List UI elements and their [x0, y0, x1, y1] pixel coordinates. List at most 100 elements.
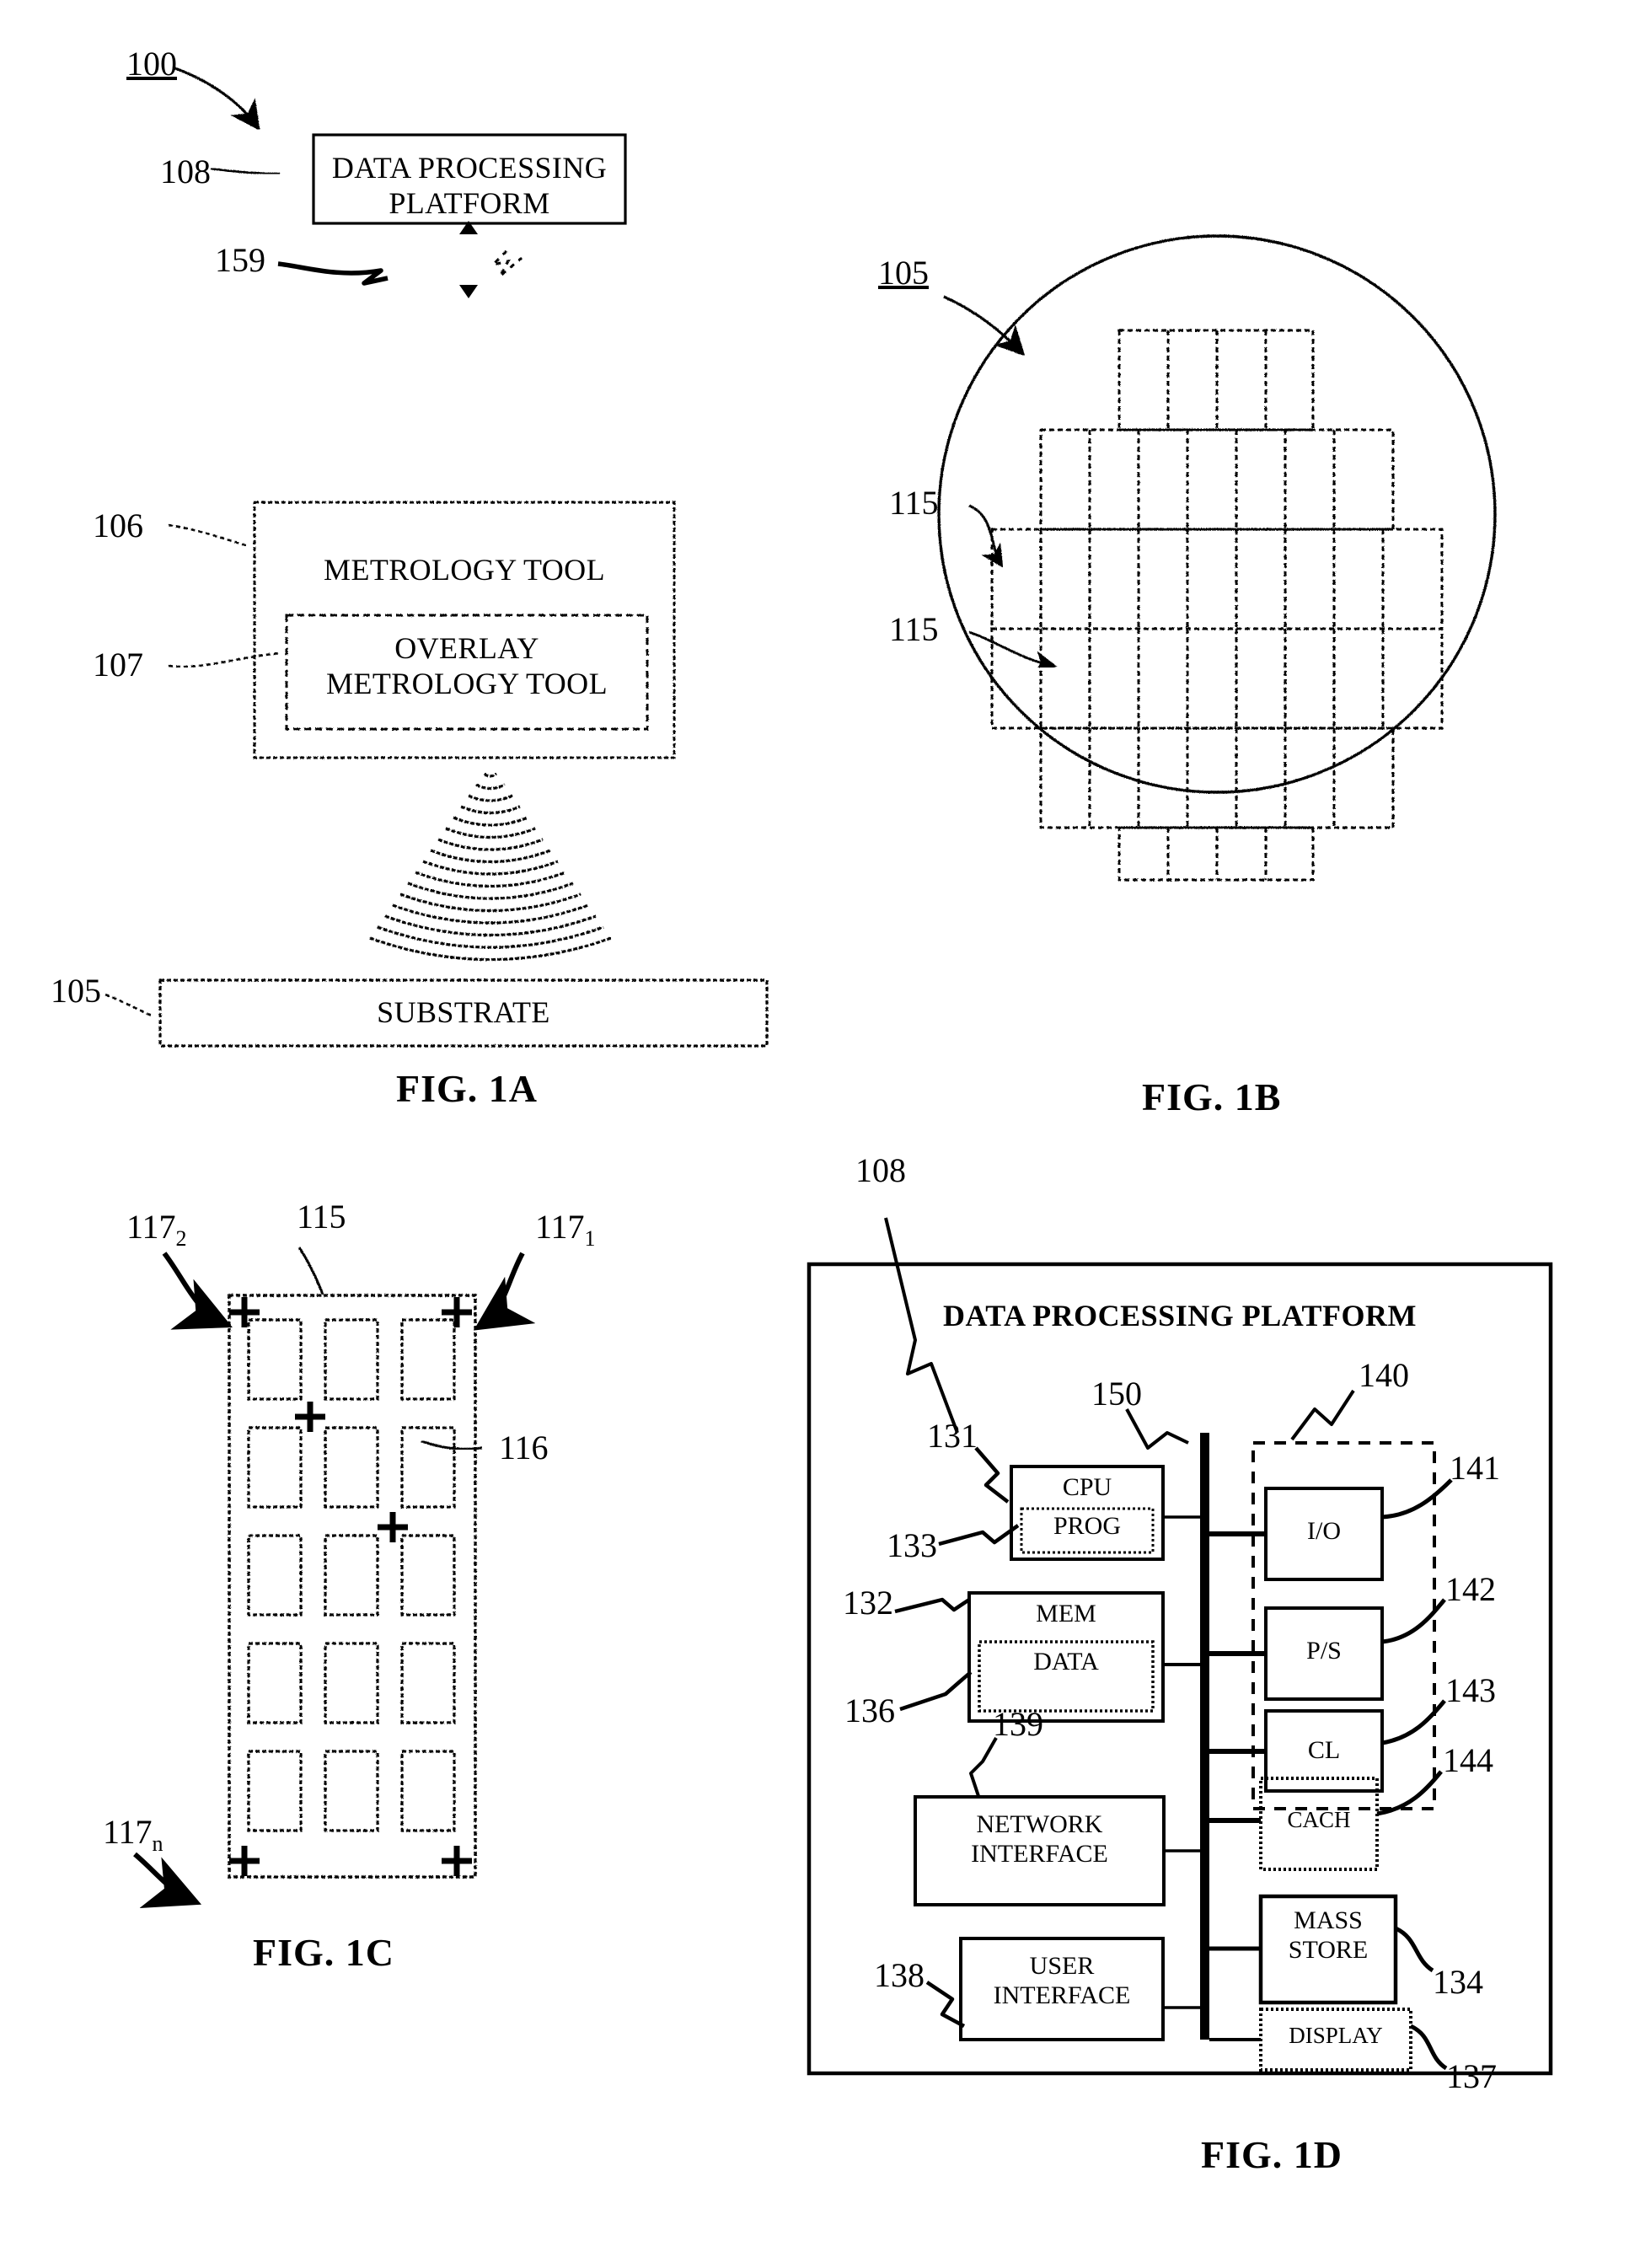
ref-139-label: 139 — [993, 1705, 1043, 1743]
substrate-label: SUBSTRATE — [377, 995, 550, 1029]
overlay-mark-117-2 — [229, 1297, 260, 1327]
mass-line2: STORE — [1288, 1935, 1369, 1964]
ref-140-label: 140 — [1359, 1356, 1409, 1394]
ref-140-leader — [1290, 1389, 1355, 1441]
ref-108-label: 108 — [160, 153, 211, 190]
ref-117-1-sub: 1 — [584, 1226, 596, 1251]
sheet-ref-100: 100 — [126, 45, 177, 83]
ref-116-label: 116 — [499, 1429, 549, 1466]
fig1b-group — [937, 234, 1497, 882]
patent-figure-sheet: 100 108 DATA PROCESSING PLATFORM 159 106… — [0, 0, 1640, 2268]
ref-108-leader — [210, 167, 281, 175]
fig-1a-caption: FIG. 1A — [396, 1067, 538, 1110]
ref-115c-label: 115 — [297, 1198, 346, 1236]
ref-115-lower-label: 115 — [889, 610, 939, 648]
ref-117-2-num: 117 — [126, 1208, 176, 1246]
ref-138-label: 138 — [874, 1956, 925, 1994]
ref-133-leader — [938, 1524, 1020, 1547]
overlay-mark-mid-2 — [378, 1512, 408, 1542]
fig-1c-caption: FIG. 1C — [253, 1931, 394, 1974]
sheet-ref-leader — [172, 66, 260, 131]
metrology-beam-cone — [369, 772, 612, 962]
overlay-mark-117-br — [442, 1846, 472, 1876]
fig1d-group — [807, 1217, 1553, 2076]
ref-137-leader — [1409, 2024, 1448, 2071]
ref-159-leader — [277, 261, 389, 286]
ref-106-label: 106 — [93, 507, 143, 544]
system-bus — [1200, 1433, 1209, 2040]
ref-116-leader — [421, 1440, 483, 1450]
ref-117-n-label: 117n — [103, 1812, 163, 1857]
ref-131-leader — [974, 1446, 1010, 1504]
overlay-mark-117-n — [229, 1846, 260, 1876]
ref-115-upper-label: 115 — [889, 484, 939, 522]
platform-frame — [807, 1262, 1553, 2076]
overlay-line2: METROLOGY TOOL — [326, 667, 608, 701]
mass-store-label: MASS STORE — [1261, 1906, 1396, 1965]
ref-139-leader — [969, 1737, 998, 1797]
ref-150-leader — [1125, 1408, 1189, 1450]
ref-141-label: 141 — [1450, 1449, 1500, 1487]
communication-link-159 — [277, 221, 523, 298]
ref-105a-label: 105 — [51, 972, 101, 1010]
overlay-marks — [229, 1297, 472, 1876]
ref-107-label: 107 — [93, 646, 143, 684]
data-label: DATA — [1033, 1648, 1099, 1676]
ref-106-leader — [168, 523, 249, 548]
ref-141-leader — [1381, 1478, 1453, 1520]
dpp-line2: PLATFORM — [389, 186, 550, 221]
dpp-line1: DATA PROCESSING — [331, 151, 608, 185]
display-label: DISPLAY — [1289, 2023, 1383, 2048]
ref-117-1-label: 1171 — [535, 1207, 596, 1252]
ref-136-label: 136 — [844, 1692, 895, 1729]
fig-1d-caption: FIG. 1D — [1201, 2133, 1343, 2176]
prog-label: PROG — [1053, 1512, 1122, 1540]
ref-132-label: 132 — [843, 1584, 893, 1622]
ref-138-leader — [925, 1981, 966, 2028]
ref-143-label: 143 — [1445, 1671, 1496, 1709]
fig1d-title: DATA PROCESSING PLATFORM — [942, 1299, 1418, 1332]
ref-117-1-num: 117 — [535, 1208, 585, 1246]
ref-117-n-leader — [133, 1852, 202, 1909]
ref-131-label: 131 — [927, 1417, 978, 1455]
ref-142-label: 142 — [1445, 1570, 1496, 1608]
cl-label: CL — [1307, 1736, 1341, 1764]
ref-134-label: 134 — [1433, 1963, 1483, 2001]
ref-105b-leader — [943, 295, 1026, 357]
network-interface-label: NETWORK INTERFACE — [915, 1810, 1164, 1869]
userif-line1: USER — [1029, 1952, 1095, 1980]
ref-159-label: 159 — [215, 241, 265, 279]
fig-1b-caption: FIG. 1B — [1142, 1075, 1282, 1118]
ref-132-leader — [894, 1597, 971, 1614]
ref-117-1-leader — [473, 1252, 536, 1331]
ref-115-upper-leader — [968, 504, 1004, 568]
fig1c-group — [133, 1247, 536, 1909]
ref-105a-leader — [105, 993, 154, 1018]
ref-105b-label: 105 — [878, 254, 929, 292]
ref-144-label: 144 — [1443, 1741, 1493, 1779]
user-interface-label: USER INTERFACE — [961, 1952, 1163, 2010]
die-grid — [990, 329, 1444, 882]
netif-line2: INTERFACE — [971, 1839, 1108, 1868]
overlay-mark-117-1 — [442, 1297, 472, 1327]
ref-137-label: 137 — [1446, 2057, 1497, 2095]
netif-line1: NETWORK — [976, 1810, 1103, 1838]
ref-117-2-leader — [162, 1252, 233, 1330]
io-label: I/O — [1307, 1517, 1341, 1545]
overlay-line1: OVERLAY — [394, 631, 539, 665]
ref-136-leader — [899, 1670, 973, 1712]
ref-117-n-sub: n — [152, 1831, 163, 1856]
ref-134-leader — [1394, 1926, 1434, 1973]
wafer-outline — [937, 234, 1497, 794]
ref-133-label: 133 — [887, 1526, 937, 1564]
fig1c-die-outline — [228, 1294, 477, 1879]
ref-108d-label: 108 — [855, 1151, 906, 1189]
cpu-label: CPU — [1062, 1473, 1112, 1501]
userif-line2: INTERFACE — [993, 1981, 1131, 2009]
ref-115c-leader — [297, 1247, 324, 1295]
ps-label: P/S — [1306, 1637, 1342, 1665]
metrology-tool-label: METROLOGY TOOL — [324, 553, 605, 587]
ref-117-2-sub: 2 — [175, 1226, 187, 1251]
overlay-metrology-tool-label: OVERLAY METROLOGY TOOL — [287, 630, 647, 702]
cach-label: CACH — [1287, 1807, 1351, 1832]
